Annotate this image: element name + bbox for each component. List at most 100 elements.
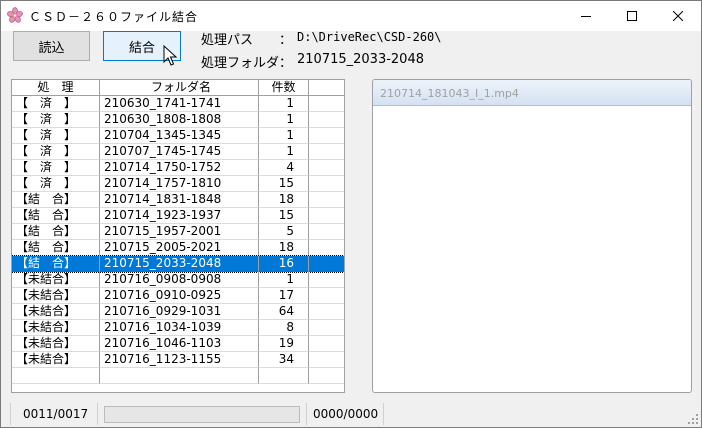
table-row[interactable]: 【 済 】 210704_1345-1345 1 bbox=[12, 128, 344, 144]
row-folder-cell: 210704_1345-1345 bbox=[100, 128, 259, 144]
table-row[interactable]: 【未結合】 210716_0929-1031 64 bbox=[12, 304, 344, 320]
row-folder-cell: 210707_1745-1745 bbox=[100, 144, 259, 160]
table-row[interactable]: 【結 合】 210714_1831-1848 18 bbox=[12, 192, 344, 208]
table-row[interactable]: 【未結合】 210716_1034-1039 8 bbox=[12, 320, 344, 336]
video-preview-panel[interactable]: 210714_181043_I_1.mp4 bbox=[372, 79, 692, 393]
row-folder-cell: 210714_1757-1810 bbox=[100, 176, 259, 192]
row-count-cell: 16 bbox=[259, 256, 309, 272]
row-extra-cell bbox=[309, 160, 344, 176]
row-extra-cell bbox=[309, 192, 344, 208]
row-folder-cell: 210714_1831-1848 bbox=[100, 192, 259, 208]
grid-header-row: 処 理 フォルダ名 件数 bbox=[12, 80, 344, 96]
row-status-cell: 【結 合】 bbox=[12, 240, 100, 256]
table-row[interactable]: 【 済 】 210630_1741-1741 1 bbox=[12, 96, 344, 112]
status-folder-count: 0011/0017 bbox=[23, 407, 89, 421]
row-extra-cell bbox=[309, 128, 344, 144]
minimize-button[interactable] bbox=[563, 1, 609, 31]
row-status-cell: 【未結合】 bbox=[12, 352, 100, 368]
close-icon bbox=[673, 11, 683, 21]
mouse-pointer-icon bbox=[163, 45, 177, 66]
table-row[interactable]: 【未結合】 210716_0910-0925 17 bbox=[12, 288, 344, 304]
row-extra-cell bbox=[309, 240, 344, 256]
row-status-cell: 【結 合】 bbox=[12, 224, 100, 240]
row-status-cell: 【 済 】 bbox=[12, 112, 100, 128]
row-folder-cell: 210716_1123-1155 bbox=[100, 352, 259, 368]
close-button[interactable] bbox=[655, 1, 701, 31]
row-status-cell: 【 済 】 bbox=[12, 160, 100, 176]
table-row[interactable]: 【未結合】 210716_0908-0908 1 bbox=[12, 272, 344, 288]
row-status-cell: 【結 合】 bbox=[12, 208, 100, 224]
table-row[interactable]: 【未結合】 210716_1046-1103 19 bbox=[12, 336, 344, 352]
row-folder-cell: 210715_2033-2048 bbox=[100, 256, 259, 272]
resize-grip-icon[interactable] bbox=[687, 413, 699, 425]
status-file-count: 0000/0000 bbox=[313, 407, 379, 421]
maximize-icon bbox=[627, 11, 637, 21]
table-row[interactable] bbox=[12, 368, 344, 384]
row-count-cell: 17 bbox=[259, 288, 309, 304]
table-row[interactable]: 【未結合】 210716_1123-1155 34 bbox=[12, 352, 344, 368]
row-folder-cell: 210714_1750-1752 bbox=[100, 160, 259, 176]
row-status-cell: 【未結合】 bbox=[12, 336, 100, 352]
table-row[interactable]: 【結 合】 210715_1957-2001 5 bbox=[12, 224, 344, 240]
row-count-cell: 1 bbox=[259, 144, 309, 160]
column-header-folder[interactable]: フォルダ名 bbox=[100, 80, 259, 96]
row-count-cell: 1 bbox=[259, 96, 309, 112]
row-extra-cell bbox=[309, 320, 344, 336]
row-count-cell: 64 bbox=[259, 304, 309, 320]
folder-label: 処理フォルダ： bbox=[201, 56, 293, 71]
row-count-cell: 18 bbox=[259, 192, 309, 208]
column-header-extra[interactable] bbox=[309, 80, 344, 96]
row-folder-cell: 210716_0910-0925 bbox=[100, 288, 259, 304]
table-row[interactable]: 【 済 】 210714_1757-1810 15 bbox=[12, 176, 344, 192]
title-bar[interactable]: ＣＳＤ－２６０ファイル結合 bbox=[1, 1, 701, 31]
row-count-cell bbox=[259, 368, 309, 384]
row-count-cell: 15 bbox=[259, 208, 309, 224]
row-status-cell: 【未結合】 bbox=[12, 304, 100, 320]
row-folder-cell: 210716_1034-1039 bbox=[100, 320, 259, 336]
status-separator bbox=[10, 403, 11, 425]
table-row[interactable]: 【 済 】 210630_1808-1808 1 bbox=[12, 112, 344, 128]
row-extra-cell bbox=[309, 96, 344, 112]
row-status-cell bbox=[12, 368, 100, 384]
row-extra-cell bbox=[309, 272, 344, 288]
row-folder-cell: 210715_1957-2001 bbox=[100, 224, 259, 240]
table-row[interactable]: 【結 合】 210715_2005-2021 18 bbox=[12, 240, 344, 256]
row-count-cell: 15 bbox=[259, 176, 309, 192]
row-count-cell: 1 bbox=[259, 112, 309, 128]
progress-bar bbox=[104, 406, 300, 423]
status-separator bbox=[97, 403, 98, 425]
row-extra-cell bbox=[309, 304, 344, 320]
row-extra-cell bbox=[309, 224, 344, 240]
row-extra-cell bbox=[309, 256, 344, 272]
row-folder-cell: 210630_1808-1808 bbox=[100, 112, 259, 128]
row-extra-cell bbox=[309, 176, 344, 192]
row-folder-cell: 210716_0908-0908 bbox=[100, 272, 259, 288]
preview-file-name: 210714_181043_I_1.mp4 bbox=[380, 87, 519, 100]
row-extra-cell bbox=[309, 144, 344, 160]
load-button[interactable]: 読込 bbox=[13, 31, 90, 61]
row-count-cell: 18 bbox=[259, 240, 309, 256]
table-row[interactable]: 【結 合】 210714_1923-1937 15 bbox=[12, 208, 344, 224]
folder-grid[interactable]: 処 理 フォルダ名 件数 【 済 】 210630_1741-1741 1 【 済 】… bbox=[11, 79, 345, 393]
column-header-count[interactable]: 件数 bbox=[259, 80, 309, 96]
app-window: ＣＳＤ－２６０ファイル結合 読込 結合 処理パス ： D:\DriveRec\C… bbox=[0, 0, 702, 428]
row-status-cell: 【 済 】 bbox=[12, 176, 100, 192]
preview-header: 210714_181043_I_1.mp4 bbox=[373, 80, 691, 106]
row-status-cell: 【 済 】 bbox=[12, 96, 100, 112]
table-row[interactable]: 【 済 】 210714_1750-1752 4 bbox=[12, 160, 344, 176]
path-value: D:\DriveRec\CSD-260\ bbox=[297, 30, 442, 44]
row-count-cell: 1 bbox=[259, 128, 309, 144]
row-folder-cell: 210714_1923-1937 bbox=[100, 208, 259, 224]
column-header-status[interactable]: 処 理 bbox=[12, 80, 100, 96]
row-status-cell: 【 済 】 bbox=[12, 128, 100, 144]
minimize-icon bbox=[581, 16, 591, 17]
row-folder-cell: 210630_1741-1741 bbox=[100, 96, 259, 112]
row-status-cell: 【結 合】 bbox=[12, 256, 100, 272]
maximize-button[interactable] bbox=[609, 1, 655, 31]
table-row[interactable]: 【 済 】 210707_1745-1745 1 bbox=[12, 144, 344, 160]
status-separator bbox=[383, 403, 384, 425]
row-extra-cell bbox=[309, 112, 344, 128]
table-row[interactable]: 【結 合】 210715_2033-2048 16 bbox=[12, 255, 344, 273]
row-extra-cell bbox=[309, 336, 344, 352]
row-status-cell: 【結 合】 bbox=[12, 192, 100, 208]
